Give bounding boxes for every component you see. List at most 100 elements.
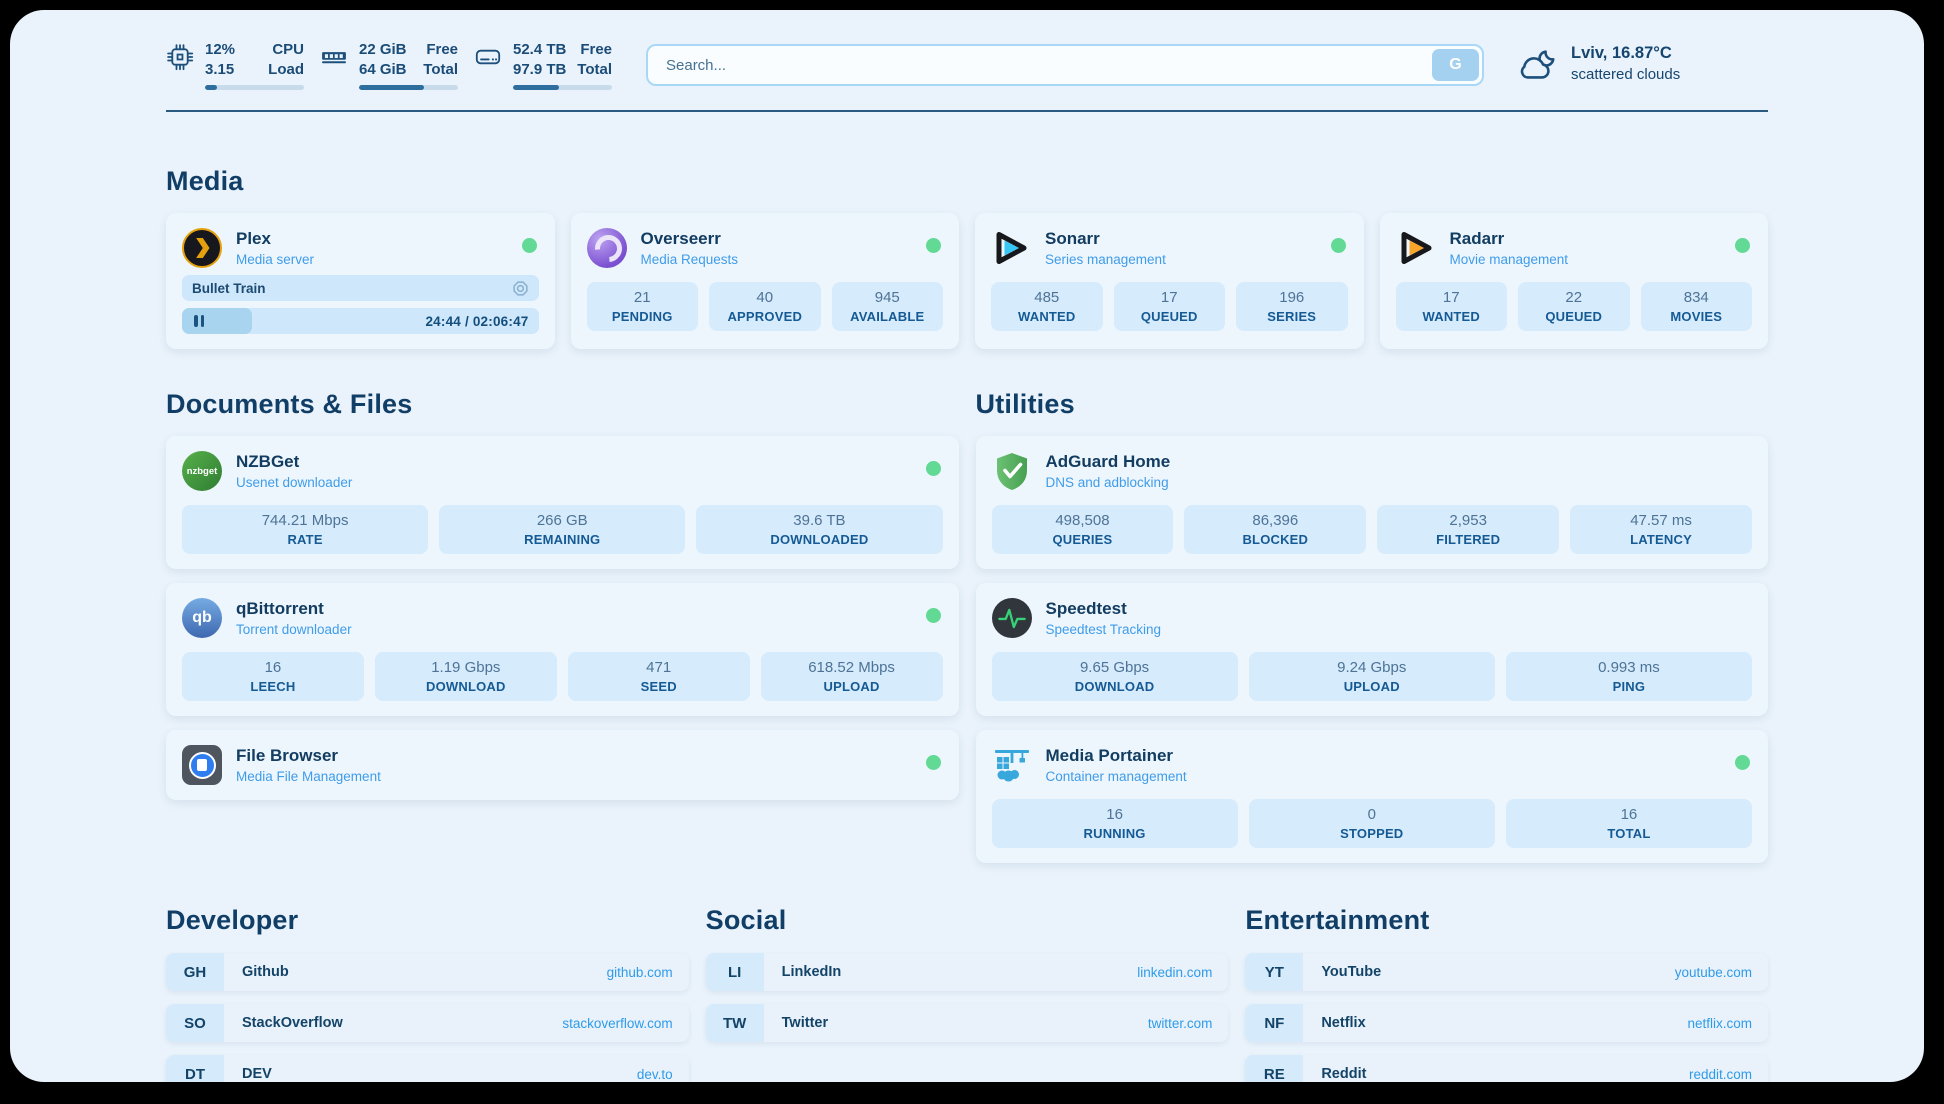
bookmark-linkedin[interactable]: LI LinkedIn linkedin.com [706, 953, 1229, 991]
weather-widget[interactable]: Lviv, 16.87°C scattered clouds [1516, 44, 1768, 86]
bookmark-group-entertainment: Entertainment YT YouTube youtube.com NF … [1245, 905, 1768, 1082]
playback-time: 24:44 / 02:06:47 [425, 314, 528, 329]
bookmark-name: LinkedIn [782, 964, 842, 980]
bookmark-name: Netflix [1321, 1015, 1365, 1031]
weather-location-temp: Lviv, 16.87°C [1571, 44, 1680, 63]
playback-progress-row: 24:44 / 02:06:47 [182, 308, 539, 334]
status-dot [926, 755, 941, 770]
app-description: Usenet downloader [236, 475, 352, 490]
stat-pill: 1.19 Gbps DOWNLOAD [375, 652, 557, 701]
bookmark-name: Github [242, 964, 289, 980]
bookmark-stackoverflow[interactable]: SO StackOverflow stackoverflow.com [166, 1004, 689, 1042]
search-bar: G [646, 44, 1484, 86]
bookmark-abbr: SO [166, 1004, 224, 1042]
bookmark-url: dev.to [637, 1067, 673, 1082]
qbittorrent-icon: qb [182, 598, 222, 638]
app-description: Media File Management [236, 769, 381, 784]
stat-pill: 21 PENDING [587, 282, 699, 331]
bookmark-abbr: GH [166, 953, 224, 991]
app-card-radarr: Radarr Movie management 17 WANTED 22 QUE… [1380, 213, 1769, 349]
app-card-speedtest: Speedtest Speedtest Tracking 9.65 Gbps D… [976, 583, 1769, 716]
cloud-icon [1516, 46, 1558, 86]
app-link-qbittorrent[interactable]: qb qBittorrent Torrent downloader [182, 598, 943, 638]
stat-pill: 266 GB REMAINING [439, 505, 685, 554]
app-link-speedtest[interactable]: Speedtest Speedtest Tracking [992, 598, 1753, 638]
ram-label-bottom: Total [423, 60, 458, 80]
app-name: Radarr [1450, 229, 1569, 249]
app-card-qbittorrent: qb qBittorrent Torrent downloader 16 LEE… [166, 583, 959, 716]
disk-label-bottom: Total [577, 60, 612, 80]
entertainment-section-title: Entertainment [1245, 905, 1768, 936]
ram-progress-bar [359, 85, 458, 90]
disk-stat: 52.4 TB 97.9 TB Free Total [474, 40, 612, 90]
overseerr-icon [587, 228, 627, 268]
bookmark-reddit[interactable]: RE Reddit reddit.com [1245, 1055, 1768, 1082]
stat-pill: 47.57 ms LATENCY [1570, 505, 1752, 554]
search-engine-button[interactable]: G [1432, 49, 1479, 81]
plex-icon [182, 228, 222, 268]
app-name: NZBGet [236, 452, 352, 472]
app-link-portainer[interactable]: Media Portainer Container management [992, 745, 1753, 785]
topbar: 12% 3.15 CPU Load [166, 36, 1768, 94]
bookmark-netflix[interactable]: NF Netflix netflix.com [1245, 1004, 1768, 1042]
app-link-sonarr[interactable]: Sonarr Series management [991, 228, 1348, 268]
media-section-title: Media [166, 166, 1768, 197]
portainer-icon [992, 745, 1032, 785]
now-playing-title: Bullet Train [192, 281, 266, 296]
status-dot [1331, 238, 1346, 253]
ram-total-value: 64 GiB [359, 60, 407, 80]
app-card-filebrowser: File Browser Media File Management [166, 730, 959, 800]
bookmark-url: twitter.com [1148, 1016, 1213, 1031]
stat-pill: 471 SEED [568, 652, 750, 701]
stat-pill: 40 APPROVED [709, 282, 821, 331]
app-link-overseerr[interactable]: Overseerr Media Requests [587, 228, 944, 268]
app-link-adguard[interactable]: AdGuard Home DNS and adblocking [992, 451, 1753, 491]
adguard-icon [992, 451, 1032, 491]
bookmark-abbr: DT [166, 1055, 224, 1082]
stat-pill: 22 QUEUED [1518, 282, 1630, 331]
pause-icon [194, 315, 204, 327]
stat-pill: 16 RUNNING [992, 799, 1238, 848]
stat-pill: 618.52 Mbps UPLOAD [761, 652, 943, 701]
bookmark-name: StackOverflow [242, 1015, 343, 1031]
bookmark-dev[interactable]: DT DEV dev.to [166, 1055, 689, 1082]
bookmark-url: linkedin.com [1137, 965, 1212, 980]
app-link-radarr[interactable]: Radarr Movie management [1396, 228, 1753, 268]
app-description: DNS and adblocking [1046, 475, 1171, 490]
nzbget-icon: nzbget [182, 451, 222, 491]
stat-pill: 17 QUEUED [1114, 282, 1226, 331]
bookmark-youtube[interactable]: YT YouTube youtube.com [1245, 953, 1768, 991]
search-input[interactable] [646, 44, 1484, 86]
utilities-section-title: Utilities [976, 389, 1769, 420]
stat-pill: 16 TOTAL [1506, 799, 1752, 848]
stat-pill: 0 STOPPED [1249, 799, 1495, 848]
ram-stat: 22 GiB 64 GiB Free Total [320, 40, 458, 90]
playback-elapsed [182, 308, 252, 334]
app-description: Torrent downloader [236, 622, 352, 637]
app-description: Speedtest Tracking [1046, 622, 1162, 637]
bookmark-github[interactable]: GH Github github.com [166, 953, 689, 991]
documents-section-title: Documents & Files [166, 389, 959, 420]
status-dot [1735, 755, 1750, 770]
ram-label-top: Free [426, 40, 458, 60]
bookmark-url: stackoverflow.com [562, 1016, 672, 1031]
bookmark-twitter[interactable]: TW Twitter twitter.com [706, 1004, 1229, 1042]
bookmark-group-developer: Developer GH Github github.com SO StackO… [166, 905, 689, 1082]
app-description: Media server [236, 252, 314, 267]
status-dot [926, 461, 941, 476]
stat-pill: 485 WANTED [991, 282, 1103, 331]
app-card-overseerr: Overseerr Media Requests 21 PENDING 40 A… [571, 213, 960, 349]
app-link-filebrowser[interactable]: File Browser Media File Management [182, 745, 943, 785]
bookmark-abbr: YT [1245, 953, 1303, 991]
system-stats: 12% 3.15 CPU Load [166, 40, 612, 90]
session-icon [512, 280, 529, 297]
stat-pill: 17 WANTED [1396, 282, 1508, 331]
stat-pill: 498,508 QUERIES [992, 505, 1174, 554]
app-description: Media Requests [641, 252, 739, 267]
bookmark-abbr: TW [706, 1004, 764, 1042]
app-link-plex[interactable]: Plex Media server [182, 228, 539, 268]
app-link-nzbget[interactable]: nzbget NZBGet Usenet downloader [182, 451, 943, 491]
media-session-button[interactable] [512, 280, 529, 297]
app-name: Plex [236, 229, 314, 249]
bookmark-abbr: LI [706, 953, 764, 991]
